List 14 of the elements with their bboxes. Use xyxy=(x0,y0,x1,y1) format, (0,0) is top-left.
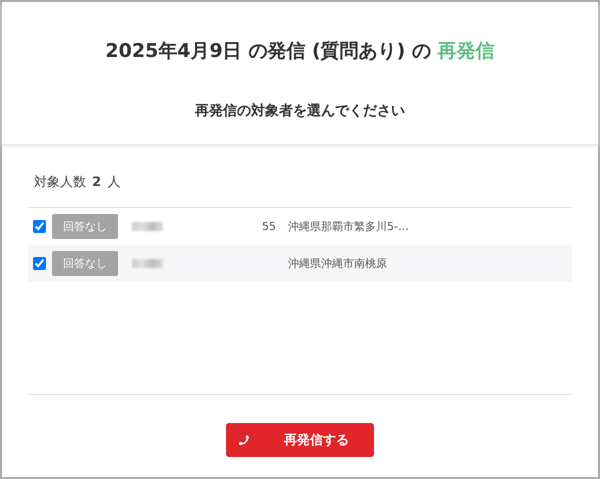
phone-icon xyxy=(238,434,250,446)
address-text: 沖縄県那覇市繁多川5-… xyxy=(288,219,409,234)
status-badge: 回答なし xyxy=(52,251,118,276)
redacted-name xyxy=(132,222,163,231)
dialog-subtitle: 再発信の対象者を選んでください xyxy=(195,102,405,120)
address-text: 沖縄県沖縄市南桃原 xyxy=(288,256,387,271)
status-badge: 回答なし xyxy=(52,214,118,239)
dialog-title: 2025年4月9日 の発信 (質問あり) の 再発信 xyxy=(105,39,495,64)
redial-button[interactable]: 再発信する xyxy=(226,423,374,457)
row-checkbox[interactable] xyxy=(33,220,46,233)
age-text: 55 xyxy=(262,220,276,233)
target-count: 対象人数 2 人 xyxy=(34,174,122,191)
row-checkbox[interactable] xyxy=(33,257,46,270)
redacted-name xyxy=(132,259,163,268)
